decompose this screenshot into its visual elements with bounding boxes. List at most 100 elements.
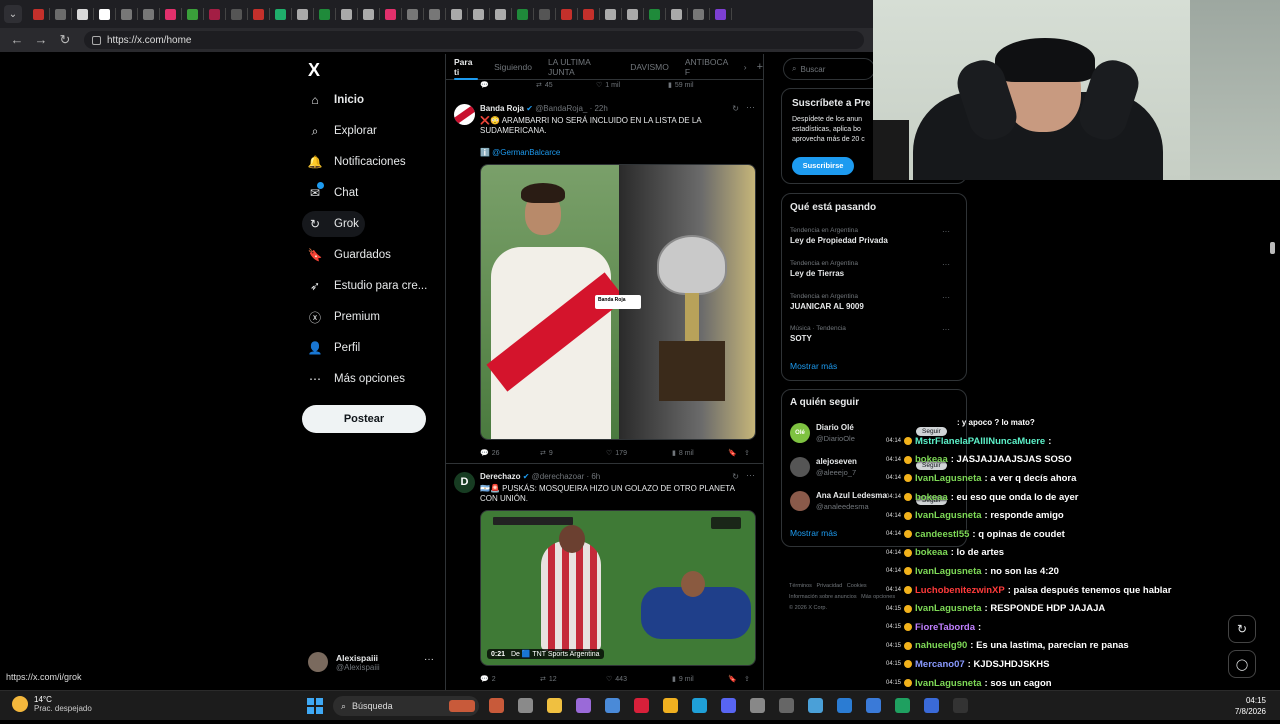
chat-username[interactable]: bokeaa (915, 492, 948, 503)
tab-favicon[interactable] (451, 8, 462, 20)
taskbar-app-icon[interactable] (837, 698, 852, 713)
tab-favicon[interactable] (407, 8, 418, 20)
grok-float-button[interactable]: ↻ (1228, 615, 1256, 643)
tab-favicon[interactable] (231, 8, 242, 20)
more-icon[interactable]: ··· (942, 260, 950, 269)
sidebar-item-notificaciones[interactable]: 🔔 Notificaciones (302, 149, 412, 175)
taskbar-app-icon[interactable] (953, 698, 968, 713)
taskbar-app-icon[interactable] (663, 698, 678, 713)
tab-favicon[interactable] (429, 8, 440, 20)
tab-siguiendo[interactable]: Siguiendo (486, 54, 540, 80)
taskbar-app-icon[interactable] (808, 698, 823, 713)
chat-username[interactable]: IvanLagusneta (915, 603, 982, 614)
more-icon[interactable]: ··· (942, 293, 950, 302)
chat-username[interactable]: IvanLagusneta (915, 566, 982, 577)
footer-terms[interactable]: Términos (789, 583, 812, 589)
taskbar-app-icon[interactable] (576, 698, 591, 713)
tab-favicon[interactable] (495, 8, 506, 20)
taskbar-search[interactable]: ⌕ Búsqueda (333, 696, 479, 716)
footer-cookies[interactable]: Cookies (847, 583, 867, 589)
clock[interactable]: 04:15 7/8/2026 (1235, 695, 1266, 717)
tab-la-ultima-junta[interactable]: LA ULTIMA JUNTA (540, 54, 622, 80)
tab-favicon[interactable] (605, 8, 616, 20)
more-icon[interactable]: ··· (424, 654, 434, 665)
more-icon[interactable]: ··· (746, 470, 755, 480)
sidebar-item-más-opciones[interactable]: ⋯ Más opciones (302, 366, 411, 392)
taskbar-app-icon[interactable] (605, 698, 620, 713)
tab-favicon[interactable] (473, 8, 484, 20)
chat-username[interactable]: FioreTaborda (915, 622, 975, 633)
tweet-time[interactable]: 22h (594, 104, 607, 113)
chat-username[interactable]: IvanLagusneta (915, 473, 982, 484)
sidebar-item-inicio[interactable]: ⌂ Inicio (302, 87, 370, 113)
bookmark-icon[interactable]: 🔖 (728, 675, 744, 683)
tab-favicon[interactable] (99, 8, 110, 20)
taskbar-app-icon[interactable] (547, 698, 562, 713)
grok-icon[interactable]: ↻ (732, 472, 739, 481)
reply-count[interactable]: 💬 2 (480, 675, 540, 684)
view-count[interactable]: ▮ 8 mil (672, 449, 728, 458)
tab-favicon[interactable] (55, 8, 66, 20)
share-icon[interactable]: ⇪ (744, 675, 750, 683)
chat-username[interactable]: bokeaa (915, 547, 948, 558)
trend-item[interactable]: Música · Tendencia SOTY ··· (790, 325, 960, 343)
author-name[interactable]: Derechazo (480, 472, 520, 481)
tab-para-ti[interactable]: Para ti (446, 54, 486, 80)
tab-favicon[interactable] (363, 8, 374, 20)
weather-widget[interactable]: 14°C Prac. despejado (12, 695, 92, 713)
tweet[interactable]: D Derechazo ✔ @derechazoar · 6h ↻ ··· 🇦🇷… (446, 464, 763, 694)
sidebar-item-estudio-para-cre[interactable]: ➶ Estudio para cre... (302, 273, 433, 299)
tabs-scroll-icon[interactable]: › (744, 62, 747, 72)
taskbar-app-icon[interactable] (721, 698, 736, 713)
tab-favicon[interactable] (517, 8, 528, 20)
chat-username[interactable]: IvanLagusneta (915, 678, 982, 689)
x-logo[interactable]: X (308, 60, 320, 81)
show-more-follow[interactable]: Mostrar más (790, 528, 837, 538)
sidebar-item-explorar[interactable]: ⌕ Explorar (302, 118, 383, 144)
tab-favicon[interactable] (539, 8, 550, 20)
tab-davismo[interactable]: DAVISMO (622, 54, 677, 80)
taskbar-app-icon[interactable] (634, 698, 649, 713)
tab-favicon[interactable] (649, 8, 660, 20)
tweet[interactable]: Banda Roja ✔ @BandaRoja_ · 22h ↻ ··· ❌😳 … (446, 96, 763, 464)
like-count[interactable]: ♡ 443 (606, 675, 672, 684)
tab-favicon[interactable] (275, 8, 286, 20)
author-handle[interactable]: @BandaRoja_ (535, 104, 587, 113)
view-count[interactable]: ▮ 9 mil (672, 675, 728, 684)
tab-antiboca[interactable]: ANTIBOCA F (677, 54, 740, 80)
taskbar-app-icon[interactable] (750, 698, 765, 713)
reply-count[interactable]: 💬 26 (480, 449, 540, 458)
chat-username[interactable]: candeestl55 (915, 529, 969, 540)
taskbar-app-icon[interactable] (692, 698, 707, 713)
sidebar-item-perfil[interactable]: 👤 Perfil (302, 335, 366, 361)
taskbar-app-icon[interactable] (866, 698, 881, 713)
back-icon[interactable]: ← (10, 33, 24, 47)
forward-icon[interactable]: → (34, 33, 48, 47)
more-icon[interactable]: ··· (942, 227, 950, 236)
like-count[interactable]: ♡ 1 mil (596, 81, 668, 90)
chat-username[interactable]: IvanLagusneta (915, 510, 982, 521)
tab-favicon[interactable] (341, 8, 352, 20)
tab-favicon[interactable] (715, 8, 726, 20)
tab-favicon[interactable] (583, 8, 594, 20)
trend-item[interactable]: Tendencia en Argentina Ley de Propiedad … (790, 227, 960, 245)
tab-favicon[interactable] (33, 8, 44, 20)
view-count[interactable]: ▮ 59 mil (668, 81, 728, 90)
retweet-count[interactable]: ⇄ 45 (536, 81, 596, 90)
tweet-time[interactable]: 6h (591, 472, 600, 481)
trend-item[interactable]: Tendencia en Argentina Ley de Tierras ··… (790, 260, 960, 278)
tab-favicon[interactable] (165, 8, 176, 20)
messages-float-button[interactable]: ◯ (1228, 650, 1256, 678)
sidebar-item-chat[interactable]: ✉ Chat (302, 180, 364, 206)
chat-username[interactable]: bokeaa (915, 454, 948, 465)
reload-icon[interactable]: ↻ (58, 33, 72, 47)
tab-favicon[interactable] (385, 8, 396, 20)
url-field[interactable]: https://x.com/home (84, 31, 864, 49)
sidebar-item-premium[interactable]: ⓧ Premium (302, 304, 386, 330)
taskbar-app-icon[interactable] (895, 698, 910, 713)
show-more-trends[interactable]: Mostrar más (790, 361, 837, 371)
start-button[interactable] (307, 698, 323, 714)
tab-favicon[interactable] (627, 8, 638, 20)
author-handle[interactable]: @derechazoar (532, 472, 585, 481)
retweet-count[interactable]: ⇄ 9 (540, 449, 606, 458)
